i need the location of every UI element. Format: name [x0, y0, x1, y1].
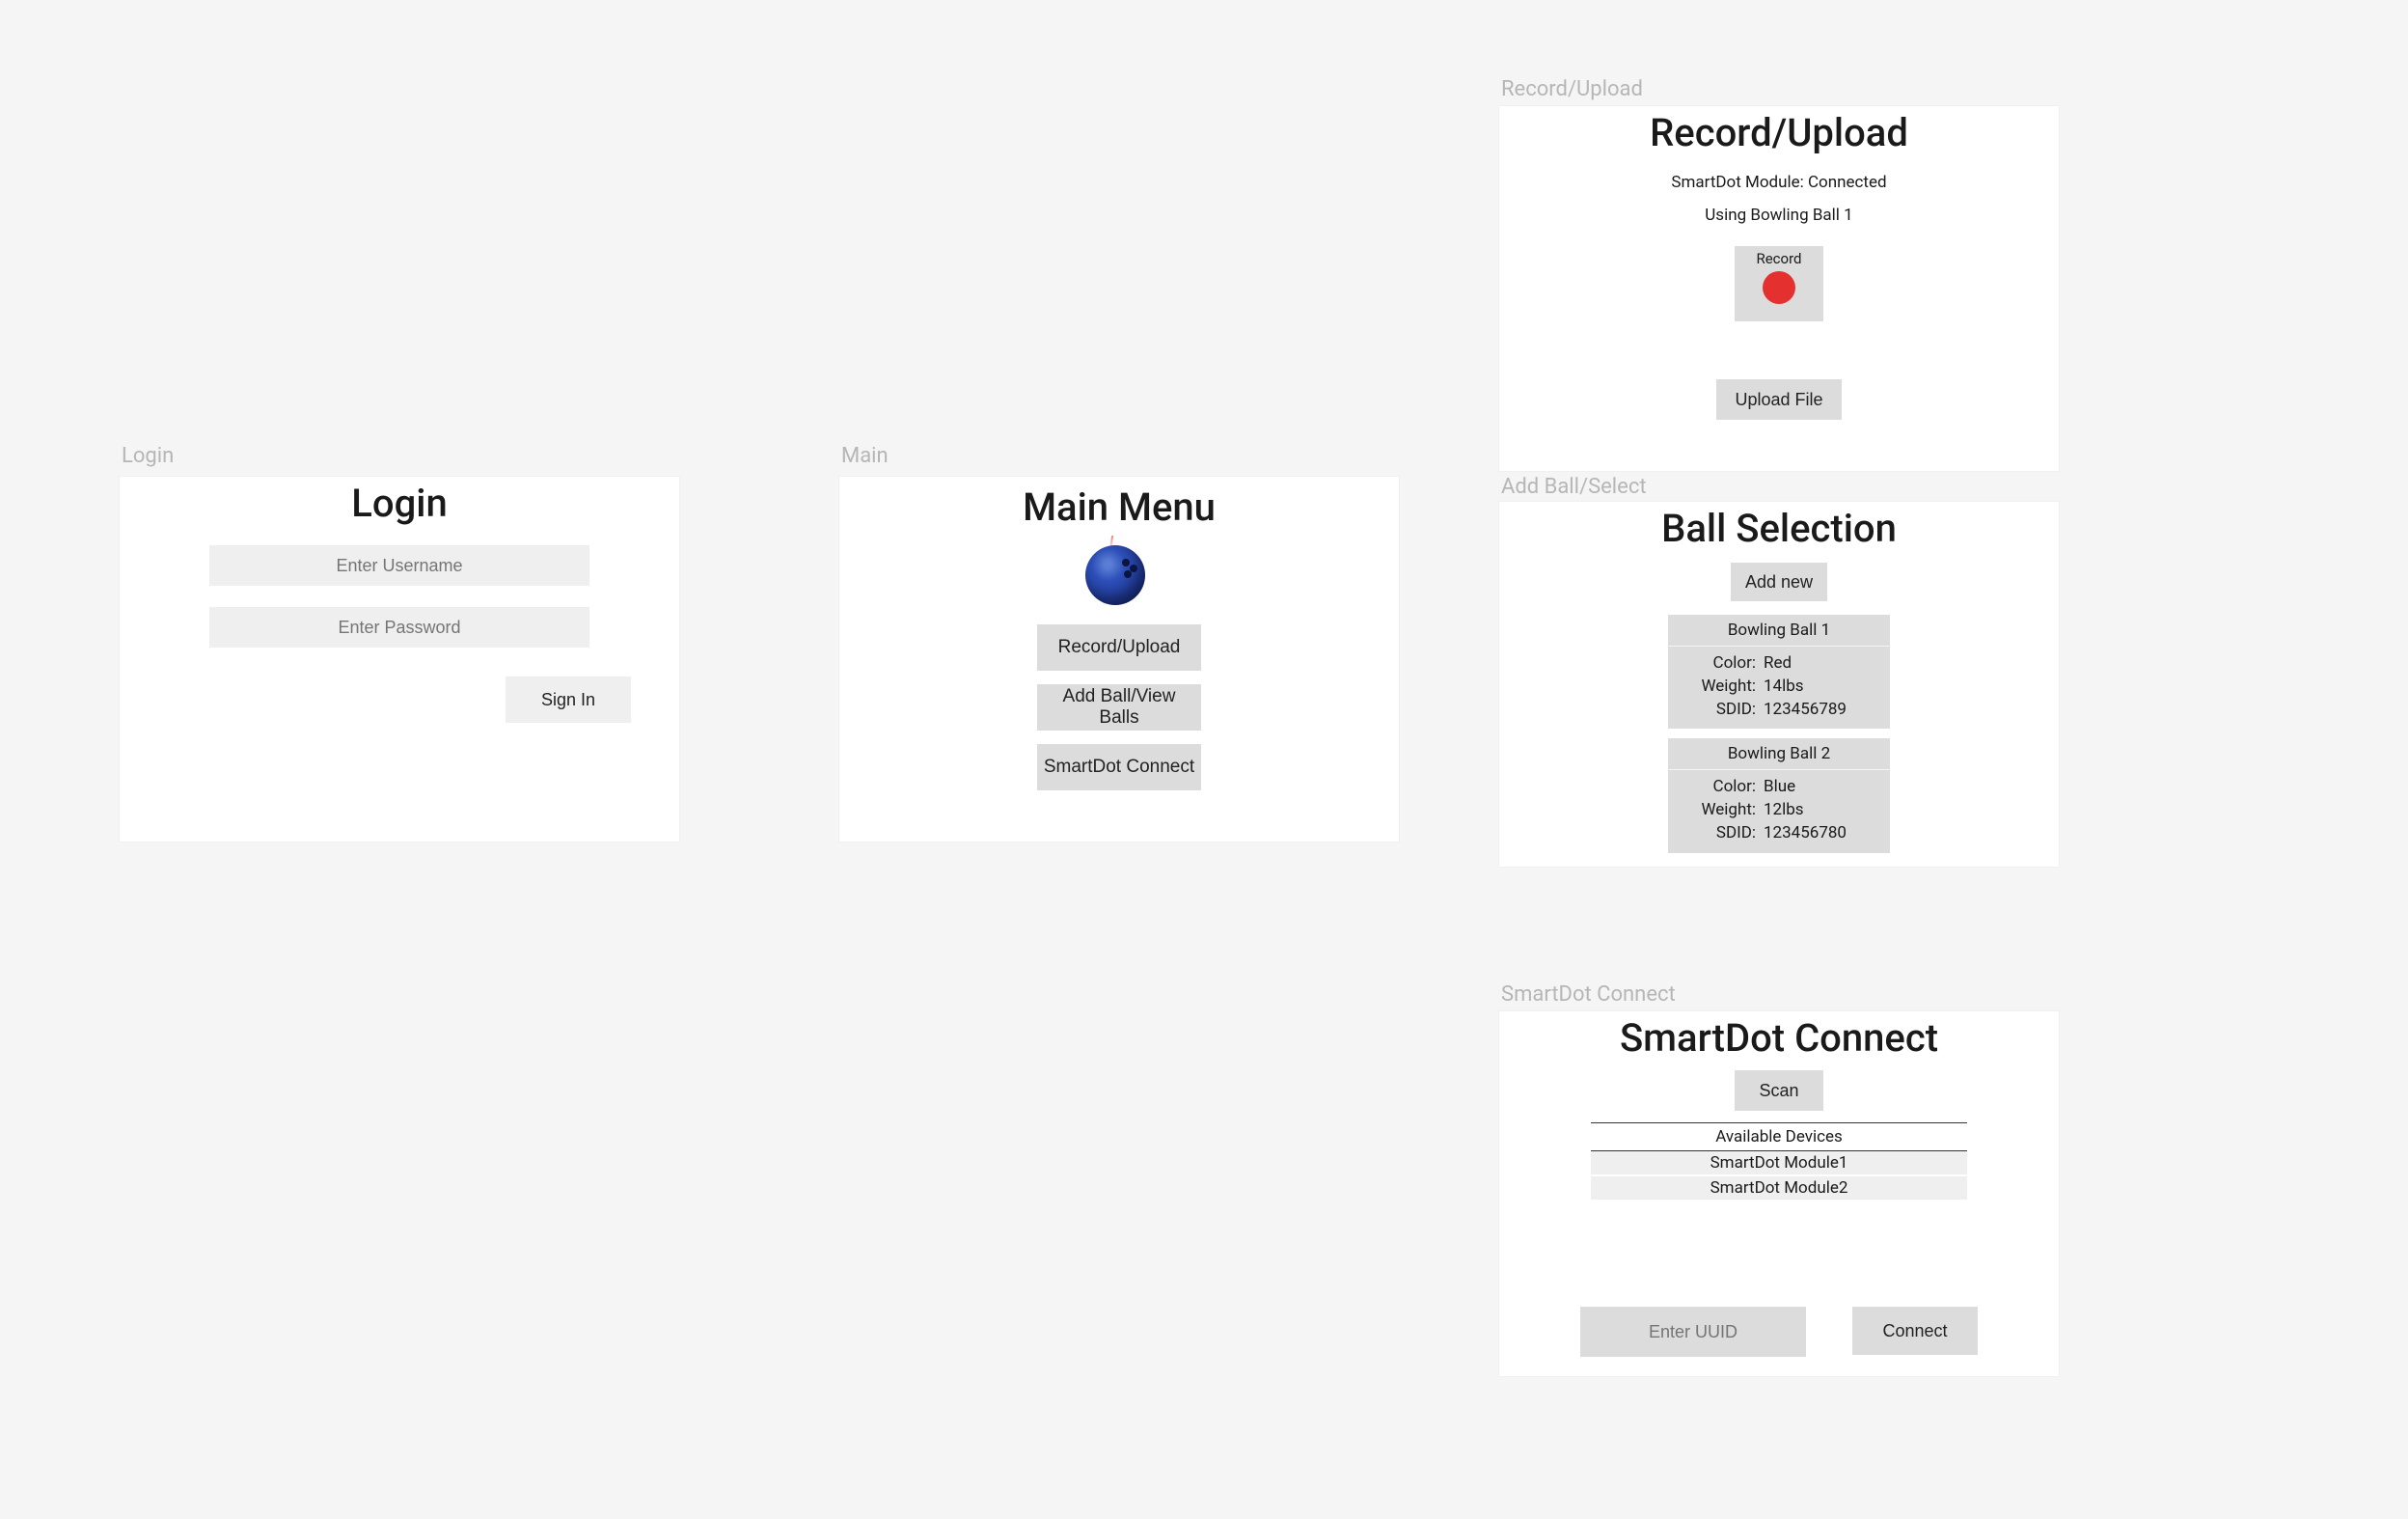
- record-upload-button[interactable]: Record/Upload: [1037, 624, 1201, 671]
- artboard-label-main: Main: [841, 444, 889, 468]
- uuid-input[interactable]: [1580, 1307, 1806, 1357]
- ball-selection-title: Ball Selection: [1499, 506, 2059, 551]
- device-row[interactable]: SmartDot Module2: [1591, 1176, 1967, 1200]
- artboard-main: Main Menu Record/Upload Add Ball/View Ba…: [839, 477, 1399, 842]
- ball-color-value: Red: [1764, 652, 1860, 676]
- smartdot-connect-title: SmartDot Connect: [1499, 1015, 2059, 1061]
- ball-name: Bowling Ball 1: [1668, 615, 1890, 647]
- ball-sdid-value: 123456789: [1764, 699, 1860, 722]
- ball-card[interactable]: Bowling Ball 2 Color: Blue Weight: 12lbs S…: [1668, 738, 1890, 852]
- ball-weight-label: Weight:: [1698, 676, 1756, 699]
- add-new-ball-button[interactable]: Add new: [1731, 563, 1827, 601]
- artboard-smartdot-connect: SmartDot Connect Scan Available Devices …: [1499, 1011, 2059, 1376]
- ball-color-value: Blue: [1764, 776, 1860, 799]
- username-input[interactable]: [209, 545, 589, 586]
- device-row[interactable]: SmartDot Module1: [1591, 1151, 1967, 1174]
- artboard-ball-selection: Ball Selection Add new Bowling Ball 1 Co…: [1499, 502, 2059, 867]
- devices-header: Available Devices: [1591, 1123, 1967, 1151]
- smartdot-connect-button[interactable]: SmartDot Connect: [1037, 744, 1201, 790]
- ball-weight-label: Weight:: [1698, 799, 1756, 822]
- artboard-label-smartdot-connect: SmartDot Connect: [1501, 982, 1676, 1007]
- devices-table: Available Devices SmartDot Module1 Smart…: [1591, 1122, 1967, 1201]
- login-title: Login: [120, 481, 679, 526]
- ball-color-label: Color:: [1698, 776, 1756, 799]
- record-button[interactable]: Record: [1735, 246, 1823, 321]
- main-title: Main Menu: [839, 484, 1399, 530]
- ball-name: Bowling Ball 2: [1668, 738, 1890, 770]
- add-ball-button[interactable]: Add Ball/View Balls: [1037, 684, 1201, 731]
- using-ball: Using Bowling Ball 1: [1705, 206, 1852, 225]
- ball-weight-value: 14lbs: [1764, 676, 1860, 699]
- artboard-label-record-upload: Record/Upload: [1501, 77, 1643, 101]
- password-input[interactable]: [209, 607, 589, 648]
- artboard-login: Login Sign In: [120, 477, 679, 842]
- artboard-record-upload: Record/Upload SmartDot Module: Connected…: [1499, 106, 2059, 471]
- ball-color-label: Color:: [1698, 652, 1756, 676]
- module-status: SmartDot Module: Connected: [1671, 173, 1886, 192]
- artboard-label-add-ball: Add Ball/Select: [1501, 475, 1647, 499]
- record-label: Record: [1756, 250, 1801, 267]
- ball-card[interactable]: Bowling Ball 1 Color: Red Weight: 14lbs SD…: [1668, 615, 1890, 729]
- record-upload-title: Record/Upload: [1499, 110, 2059, 155]
- connect-button[interactable]: Connect: [1852, 1307, 1978, 1355]
- signin-button[interactable]: Sign In: [506, 677, 631, 723]
- artboard-label-login: Login: [122, 444, 174, 468]
- ball-sdid-label: SDID:: [1698, 699, 1756, 722]
- upload-file-button[interactable]: Upload File: [1716, 379, 1842, 420]
- scan-button[interactable]: Scan: [1735, 1070, 1823, 1111]
- bowling-ball-icon: [1085, 538, 1153, 605]
- ball-sdid-label: SDID:: [1698, 822, 1756, 845]
- ball-sdid-value: 123456780: [1764, 822, 1860, 845]
- record-icon: [1763, 271, 1795, 304]
- ball-weight-value: 12lbs: [1764, 799, 1860, 822]
